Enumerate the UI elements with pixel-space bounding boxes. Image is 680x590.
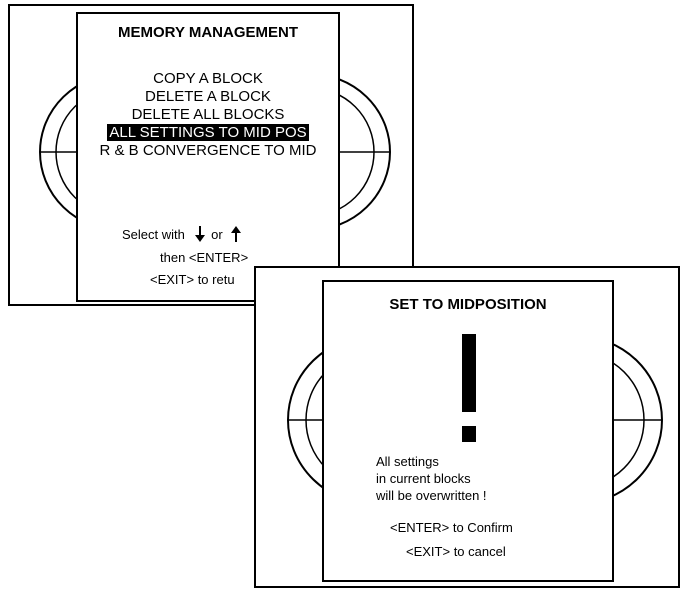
exclamation-icon (462, 334, 476, 442)
select-hint: Select with or (122, 226, 242, 242)
select-hint-text: Select with (122, 227, 185, 242)
arrow-down-icon (194, 226, 205, 242)
dialog-title: SET TO MIDPOSITION (389, 296, 547, 313)
menu-item-delete-block[interactable]: DELETE A BLOCK (78, 88, 338, 106)
menu-item-label: DELETE A BLOCK (145, 88, 271, 105)
memory-management-screen: MEMORY MANAGEMENT COPY A BLOCK DELETE A … (8, 4, 414, 306)
cancel-hint[interactable]: <EXIT> to cancel (406, 544, 506, 559)
arrow-up-icon (231, 226, 242, 242)
exit-hint: <EXIT> to retu (150, 272, 235, 287)
menu-item-label: COPY A BLOCK (153, 70, 263, 87)
warning-line-3: will be overwritten ! (376, 488, 487, 503)
warning-line-1: All settings (376, 454, 439, 469)
menu-item-all-settings-mid[interactable]: ALL SETTINGS TO MID POS (78, 124, 338, 142)
or-text: or (211, 227, 223, 242)
menu-item-label: ALL SETTINGS TO MID POS (107, 124, 309, 141)
memory-management-menu: MEMORY MANAGEMENT COPY A BLOCK DELETE A … (76, 12, 340, 302)
menu-item-delete-all-blocks[interactable]: DELETE ALL BLOCKS (78, 106, 338, 124)
warning-line-2: in current blocks (376, 471, 471, 486)
menu-item-label: DELETE ALL BLOCKS (131, 106, 285, 123)
enter-hint: then <ENTER> (160, 250, 249, 265)
set-midposition-screen: SET TO MIDPOSITION All settings in curre… (254, 266, 680, 588)
menu-list: COPY A BLOCK DELETE A BLOCK DELETE ALL B… (78, 70, 338, 160)
set-midposition-dialog: SET TO MIDPOSITION All settings in curre… (322, 280, 614, 582)
menu-title: MEMORY MANAGEMENT (118, 24, 298, 41)
confirm-hint[interactable]: <ENTER> to Confirm (390, 520, 513, 535)
menu-item-copy-block[interactable]: COPY A BLOCK (78, 70, 338, 88)
menu-item-rb-convergence-mid[interactable]: R & B CONVERGENCE TO MID (78, 142, 338, 160)
menu-item-label: R & B CONVERGENCE TO MID (99, 142, 317, 159)
